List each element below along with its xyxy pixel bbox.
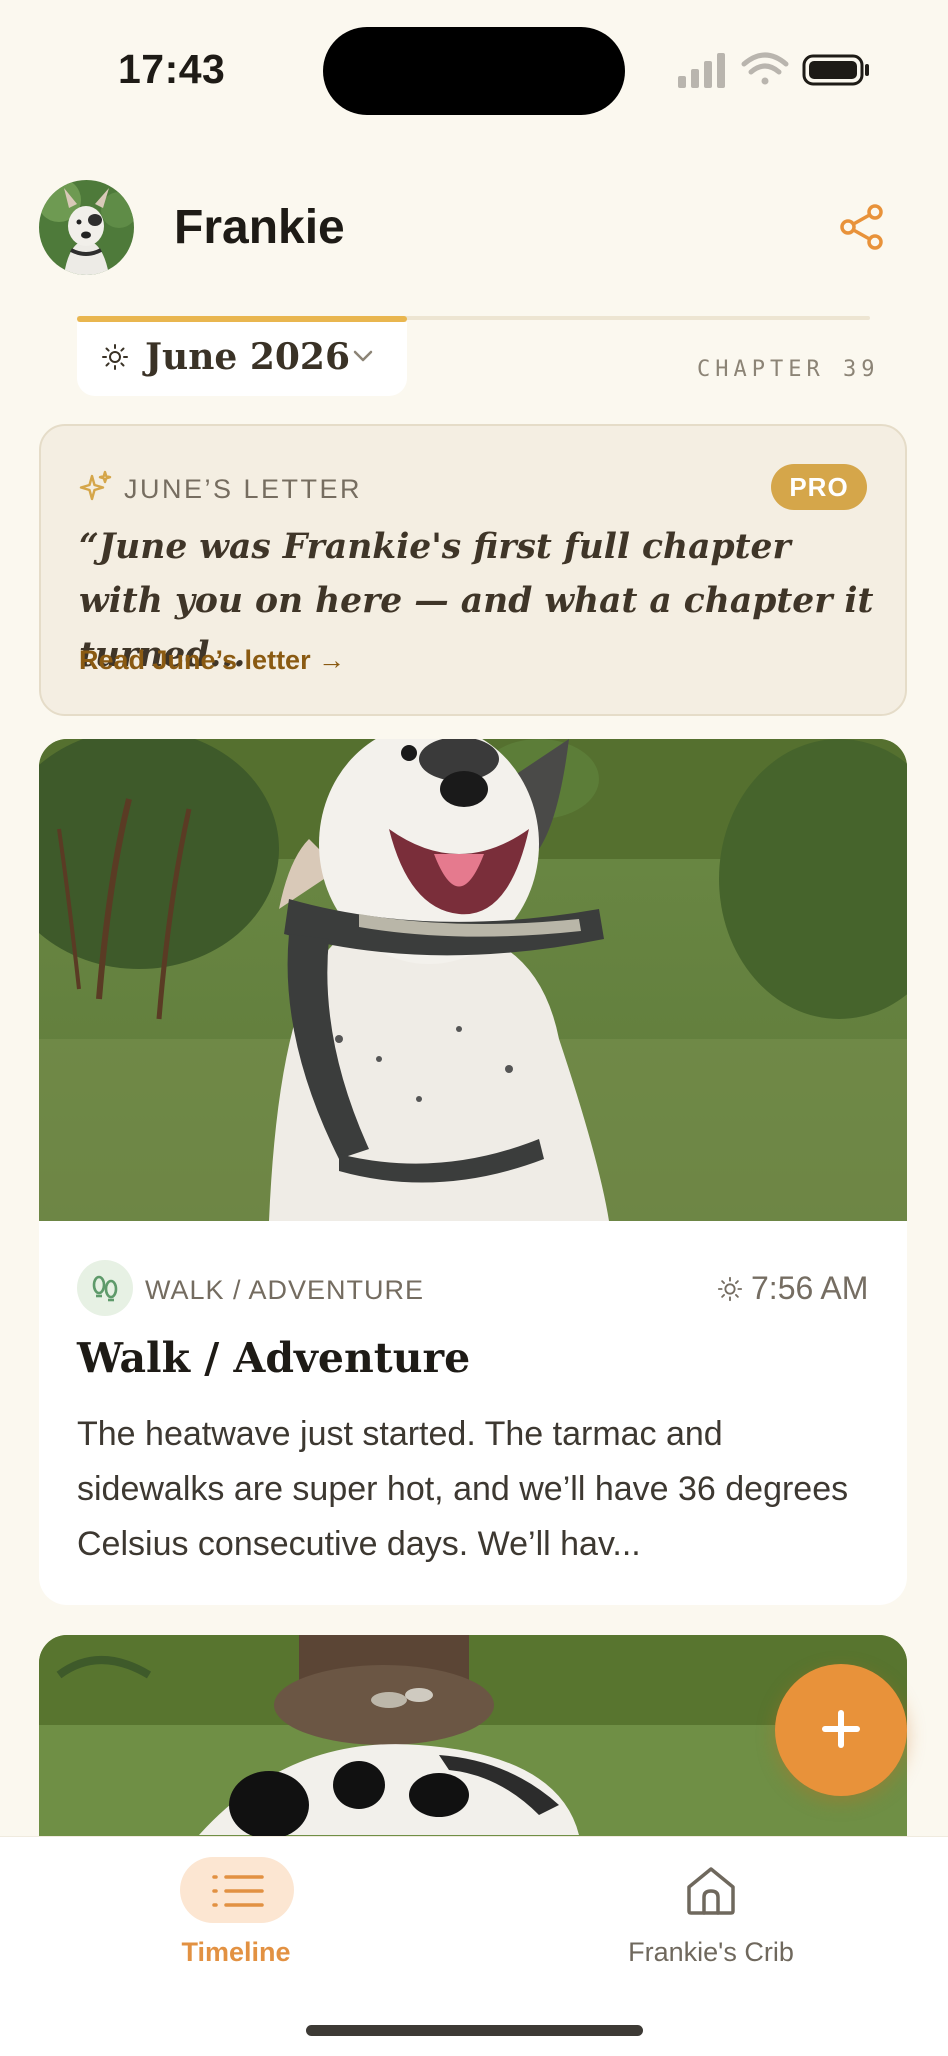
post-title: Walk / Adventure xyxy=(77,1334,471,1382)
status-time: 17:43 xyxy=(118,46,226,92)
add-entry-button[interactable] xyxy=(775,1664,907,1796)
chapter-label: CHAPTER 39 xyxy=(697,357,880,382)
bottom-nav: Timeline Frankie's Crib xyxy=(0,1836,948,2056)
dog-avatar-icon xyxy=(39,180,134,275)
month-label: June 2026 xyxy=(145,336,351,378)
sun-icon xyxy=(102,344,128,370)
nav-label-timeline[interactable]: Timeline xyxy=(134,1937,338,1968)
post-photo xyxy=(39,739,907,1221)
post-category: WALK / ADVENTURE xyxy=(145,1275,425,1305)
dynamic-island xyxy=(323,27,625,115)
post-body: The heatwave just started. The tarmac an… xyxy=(77,1415,849,1563)
status-icons xyxy=(678,52,869,88)
wifi-icon xyxy=(741,52,789,85)
avatar[interactable] xyxy=(39,180,134,275)
pet-name: Frankie xyxy=(174,201,345,254)
paw-prints-icon xyxy=(92,1275,118,1302)
timeline-post-card[interactable]: WALK / ADVENTURE 7:56 AM Walk / Adventur… xyxy=(39,739,907,1605)
nav-label-crib[interactable]: Frankie's Crib xyxy=(600,1937,822,1968)
sun-icon xyxy=(717,1276,743,1302)
share-icon[interactable] xyxy=(838,203,886,251)
home-indicator xyxy=(306,2025,643,2036)
battery-icon xyxy=(802,54,869,86)
post-time: 7:56 AM xyxy=(751,1270,869,1306)
letter-title: JUNE’S LETTER xyxy=(124,474,363,504)
pro-badge: PRO xyxy=(771,464,867,510)
signal-icon xyxy=(678,53,725,88)
chevron-down-icon xyxy=(353,350,373,362)
read-letter-link[interactable]: Read June’s letter → xyxy=(79,645,345,676)
category-badge xyxy=(77,1260,133,1316)
list-icon[interactable] xyxy=(210,1869,266,1913)
home-icon[interactable] xyxy=(684,1863,738,1917)
sparkle-icon xyxy=(79,470,112,501)
